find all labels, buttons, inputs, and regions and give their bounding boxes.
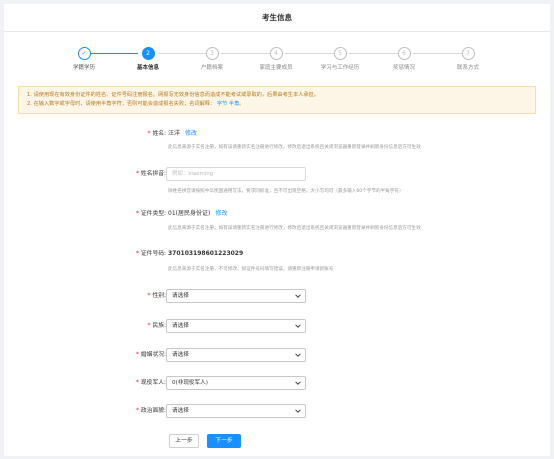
step-progress: ✓ 学籍学历 2 基本信息 3 户籍档案 4 家庭主要成员 5 学习与工作经历 … [4, 44, 550, 74]
step-number: 2 [141, 47, 155, 60]
step-4[interactable]: 4 家庭主要成员 [246, 44, 306, 71]
prev-button[interactable]: 上一步 [169, 434, 199, 448]
byte-link[interactable]: 字节 [217, 101, 227, 107]
chevron-down-icon [295, 381, 301, 385]
required-mark: * [147, 323, 151, 329]
step-3[interactable]: 3 户籍档案 [182, 44, 242, 71]
step-1[interactable]: ✓ 学籍学历 [54, 44, 114, 71]
marital-label: 婚姻状况: [140, 352, 166, 358]
military-select[interactable]: 0(非现役军人) [166, 376, 306, 390]
required-mark: * [135, 211, 139, 217]
page-container: 考生信息 ✓ 学籍学历 2 基本信息 3 户籍档案 4 家庭主要成员 5 学习与… [4, 4, 550, 456]
page-title: 考生信息 [4, 4, 550, 32]
step-label: 基本信息 [136, 65, 159, 71]
required-mark: * [135, 171, 139, 177]
notice-line-2: 2. 在输入数字或字母时，请使用半角字符，否则可能会造成报名失败；名词解释： 字… [27, 100, 527, 109]
required-mark: * [147, 131, 151, 137]
step-number: 7 [461, 47, 475, 60]
id-number-hint: 此信息来源于实名注册，不可修改，如证件号码填写错误，请重新注册申请新账号 [168, 267, 334, 272]
step-number: 6 [397, 47, 411, 60]
required-mark: * [135, 408, 139, 414]
marital-selected: 请选择 [172, 352, 189, 358]
ethnicity-label: 民族: [152, 323, 166, 329]
id-number-value: 370103198601223029 [168, 250, 244, 257]
pinyin-input[interactable]: 例如：xiaoming [166, 167, 306, 181]
id-type-value: 01(居民身份证) [168, 210, 211, 217]
marital-select[interactable]: 请选择 [166, 348, 306, 362]
name-value: 汪洋 [168, 130, 181, 137]
required-mark: * [135, 380, 139, 386]
military-selected: 0(非现役军人) [172, 380, 208, 386]
chevron-down-icon [295, 324, 301, 328]
step-6[interactable]: 6 奖惩情况 [374, 44, 434, 71]
name-edit-link[interactable]: 修改 [185, 130, 197, 137]
pinyin-hint: 除姓名拼音请按照中华民国通用写法，要求同标准，且不可出现空格，大小写均可（最多输… [168, 189, 404, 194]
gender-selected: 请选择 [172, 293, 189, 299]
ethnicity-selected: 请选择 [172, 323, 189, 329]
id-type-label: 证件类型: [140, 211, 166, 217]
gender-select[interactable]: 请选择 [166, 289, 306, 303]
check-icon: ✓ [77, 47, 91, 60]
notice-text: 2. 在输入数字或字母时，请使用半角字符，否则可能会造成报名失败；名词解释： [27, 101, 216, 107]
chevron-down-icon [295, 409, 301, 413]
required-mark: * [135, 251, 139, 257]
military-label: 现役军人: [140, 380, 166, 386]
step-label: 家庭主要成员 [259, 65, 293, 71]
chevron-down-icon [295, 353, 301, 357]
name-hint: 此信息来源于实名注册，如有误请重新实名注册进行修改，修改后退出系统且关闭浏览器重… [168, 145, 421, 150]
next-button[interactable]: 下一步 [207, 434, 241, 448]
political-select[interactable]: 请选择 [166, 404, 306, 418]
step-label: 学籍学历 [72, 65, 95, 71]
political-selected: 请选择 [172, 408, 189, 414]
notice-box: 1. 请使用现在有效身份证件的姓名、证件号码注册报名。网报写无效身份信息而造成不… [18, 86, 536, 114]
step-number: 4 [269, 47, 283, 60]
step-label: 户籍档案 [200, 65, 223, 71]
political-label: 政治面貌: [140, 408, 166, 414]
id-number-label: 证件号码: [140, 251, 166, 257]
required-mark: * [135, 352, 139, 358]
pinyin-label: 姓名拼音: [140, 171, 166, 177]
step-5[interactable]: 5 学习与工作经历 [310, 44, 370, 71]
id-type-edit-link[interactable]: 修改 [215, 210, 227, 217]
name-label: 姓名: [152, 131, 166, 137]
step-label: 学习与工作经历 [320, 65, 360, 71]
step-number: 5 [333, 47, 347, 60]
step-2[interactable]: 2 基本信息 [118, 44, 178, 71]
step-7[interactable]: 7 联系方式 [438, 44, 498, 71]
gender-label: 性别: [152, 293, 166, 299]
ethnicity-select[interactable]: 请选择 [166, 319, 306, 333]
notice-suffix: 。 [239, 101, 245, 107]
id-type-hint: 此信息来源于实名注册，如有误请重新实名注册进行修改，修改后退出系统且关闭浏览器重… [168, 226, 421, 231]
step-label: 联系方式 [456, 65, 479, 71]
halfwidth-link[interactable]: 半角 [229, 101, 239, 107]
notice-line-1: 1. 请使用现在有效身份证件的姓名、证件号码注册报名。网报写无效身份信息而造成不… [27, 92, 319, 98]
step-label: 奖惩情况 [392, 65, 415, 71]
chevron-down-icon [295, 294, 301, 298]
step-number: 3 [205, 47, 219, 60]
required-mark: * [147, 293, 151, 299]
